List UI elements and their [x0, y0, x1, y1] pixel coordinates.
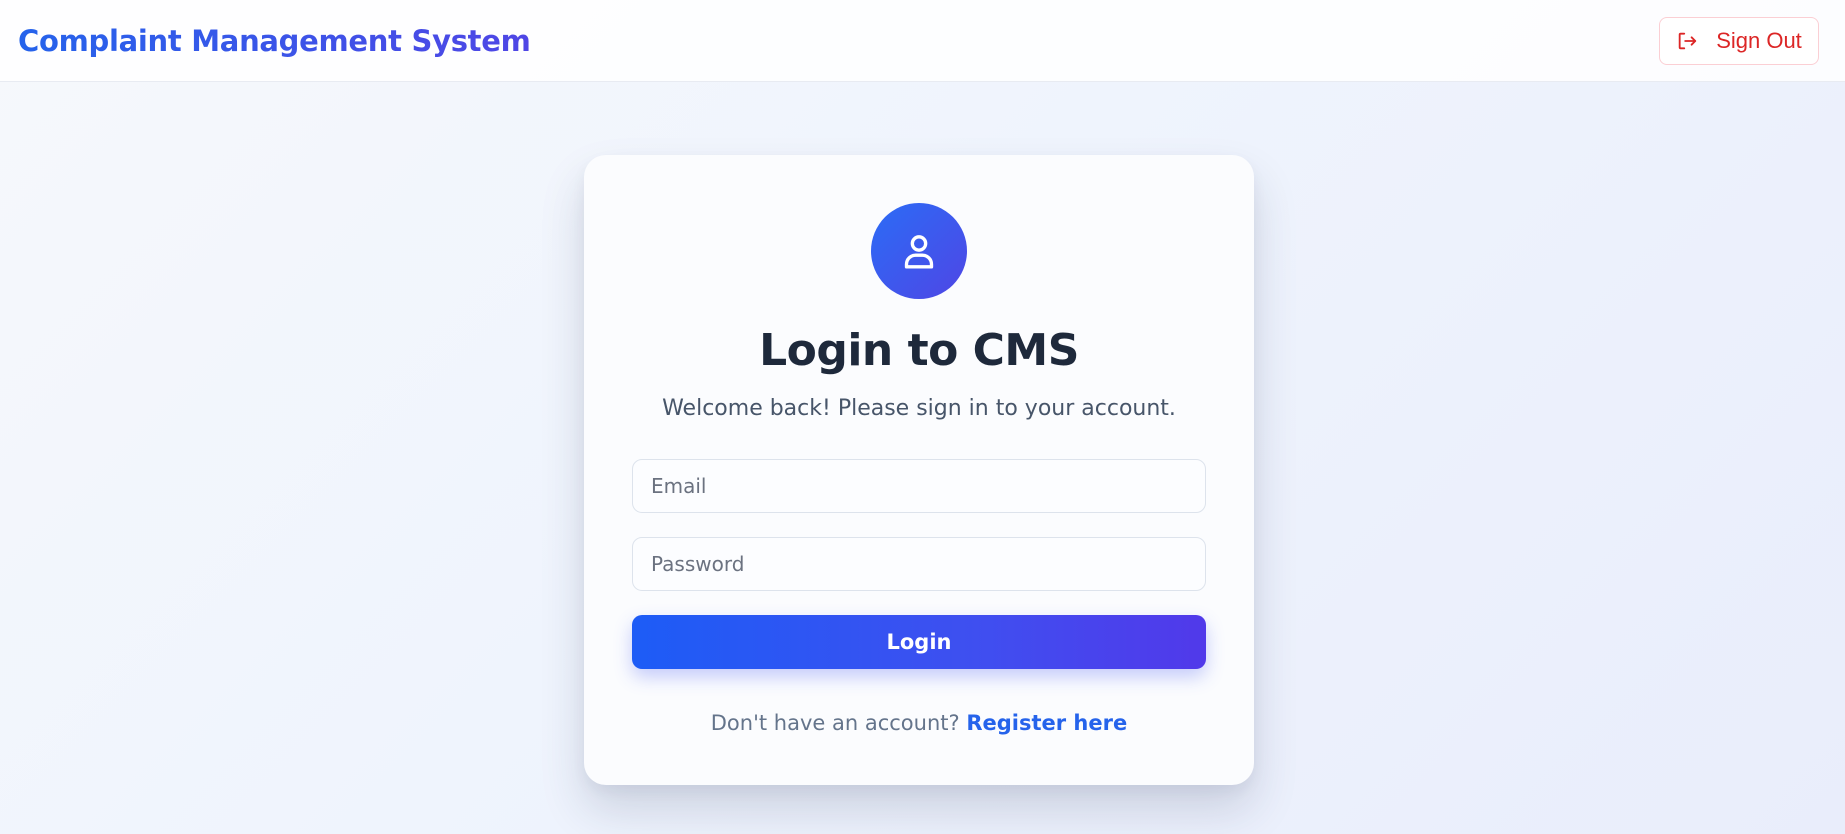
login-card: Login to CMS Welcome back! Please sign i… [584, 155, 1254, 785]
register-link[interactable]: Register here [966, 711, 1127, 735]
avatar [871, 203, 967, 299]
email-field[interactable] [632, 459, 1206, 513]
sign-out-label: Sign Out [1716, 27, 1802, 53]
page-title: Login to CMS [759, 325, 1079, 376]
user-icon [904, 235, 934, 269]
page-subtitle: Welcome back! Please sign in to your acc… [662, 396, 1176, 421]
sign-out-icon [1678, 32, 1697, 49]
login-button[interactable]: Login [632, 615, 1206, 669]
app-brand-title[interactable]: Complaint Management System [18, 24, 531, 58]
top-navbar: Complaint Management System Sign Out [0, 0, 1845, 82]
password-field[interactable] [632, 537, 1206, 591]
register-prompt-text: Don't have an account? [710, 711, 960, 735]
register-prompt: Don't have an account? Register here [711, 711, 1127, 735]
sign-out-button[interactable]: Sign Out [1659, 16, 1819, 65]
